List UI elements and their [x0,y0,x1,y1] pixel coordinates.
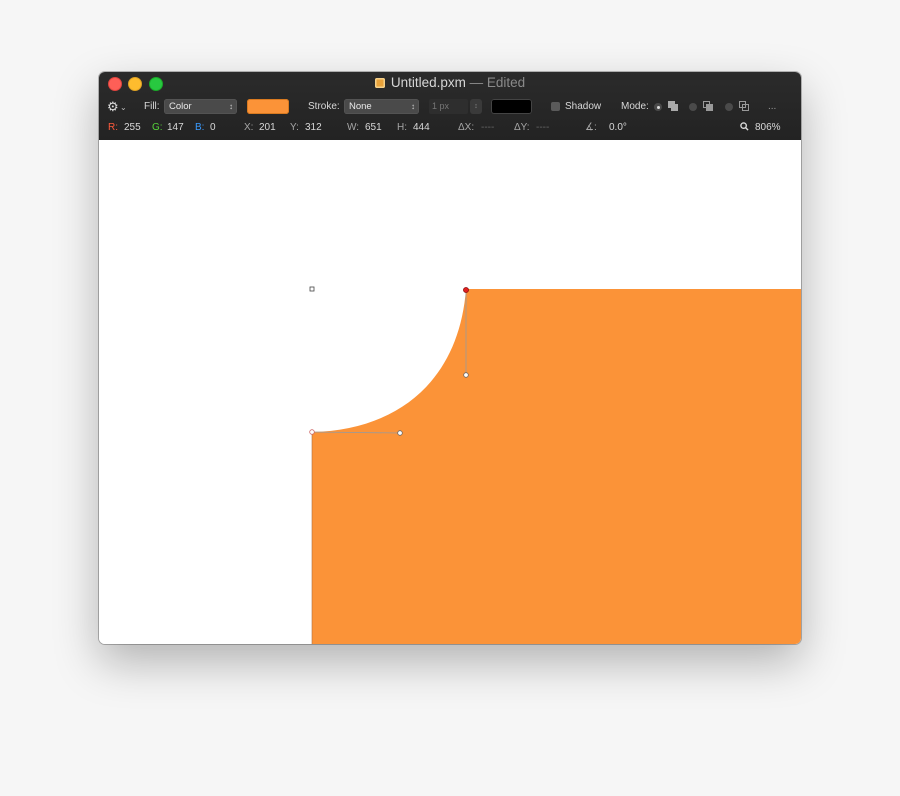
height-label: H: [397,122,407,133]
width-label: W: [347,122,360,133]
stroke-width-stepper[interactable]: ↕ [470,99,482,114]
angle-label: ∡: [585,122,597,133]
stroke-type-value: None [349,101,372,112]
shadow-checkbox[interactable] [551,102,560,111]
gear-icon[interactable]: ⚙ [107,96,119,118]
window-chrome: Untitled.pxm — Edited ⚙ ⌄ Fill: Color ↕ … [99,72,801,141]
intersect-mode-icon [739,101,750,112]
up-down-arrows-icon: ↕ [411,102,415,111]
subtract-mode-icon [703,101,714,112]
bezier-handle-point[interactable] [463,372,469,378]
title-bar: Untitled.pxm — Edited [99,72,801,94]
green-label: G: [152,122,163,133]
height-value: 444 [413,122,430,133]
stroke-color-swatch[interactable] [491,99,532,114]
red-value: 255 [124,122,141,133]
delta-y-value: ---- [536,122,550,133]
orange-shape[interactable] [312,289,801,644]
window-title: Untitled.pxm — Edited [99,75,801,90]
document-icon [374,78,385,88]
window-edited-suffix: — Edited [469,75,526,90]
window-filename: Untitled.pxm [390,75,466,90]
unite-mode-icon [668,101,679,112]
zoom-value[interactable]: 806% [755,118,781,138]
canvas-drawing [309,286,801,644]
fill-type-popup[interactable]: Color ↕ [164,99,237,114]
canvas[interactable] [99,140,801,644]
info-bar: R: 255 G: 147 B: 0 X: 201 Y: 312 W: 651 … [99,118,801,138]
mode-label: Mode: [621,101,649,112]
chevron-down-icon[interactable]: ⌄ [120,97,127,119]
delta-x-label: ΔX: [458,122,475,133]
up-down-arrows-icon: ↕ [229,102,233,111]
mode-radio-unite[interactable] [654,103,662,111]
tool-options-bar: ⚙ ⌄ Fill: Color ↕ Stroke: None ↕ 1 px ↕ … [99,96,801,118]
anchor-point[interactable] [309,429,315,435]
stroke-width-field[interactable]: 1 px [429,99,468,114]
blue-label: B: [195,122,205,133]
y-label: Y: [290,122,299,133]
mode-radio-intersect[interactable] [725,103,733,111]
green-value: 147 [167,122,184,133]
more-options-button[interactable]: ... [768,96,776,118]
delta-x-value: ---- [481,122,495,133]
y-value: 312 [305,122,322,133]
zoom-icon [740,118,749,138]
app-window: Untitled.pxm — Edited ⚙ ⌄ Fill: Color ↕ … [99,72,801,644]
mode-radio-subtract[interactable] [689,103,697,111]
angle-value: 0.0° [609,122,627,133]
blue-value: 0 [210,122,216,133]
fill-type-value: Color [169,101,192,112]
shadow-label: Shadow [565,101,602,112]
delta-y-label: ΔY: [514,122,530,133]
anchor-point-selected[interactable] [463,287,469,293]
x-value: 201 [259,122,276,133]
stroke-type-popup[interactable]: None ↕ [344,99,419,114]
control-point-square[interactable] [309,286,315,292]
bezier-handle-point[interactable] [397,430,403,436]
width-value: 651 [365,122,382,133]
red-label: R: [108,122,118,133]
fill-color-swatch[interactable] [247,99,289,114]
x-label: X: [244,122,254,133]
stroke-label: Stroke: [308,101,340,112]
fill-label: Fill: [144,101,160,112]
